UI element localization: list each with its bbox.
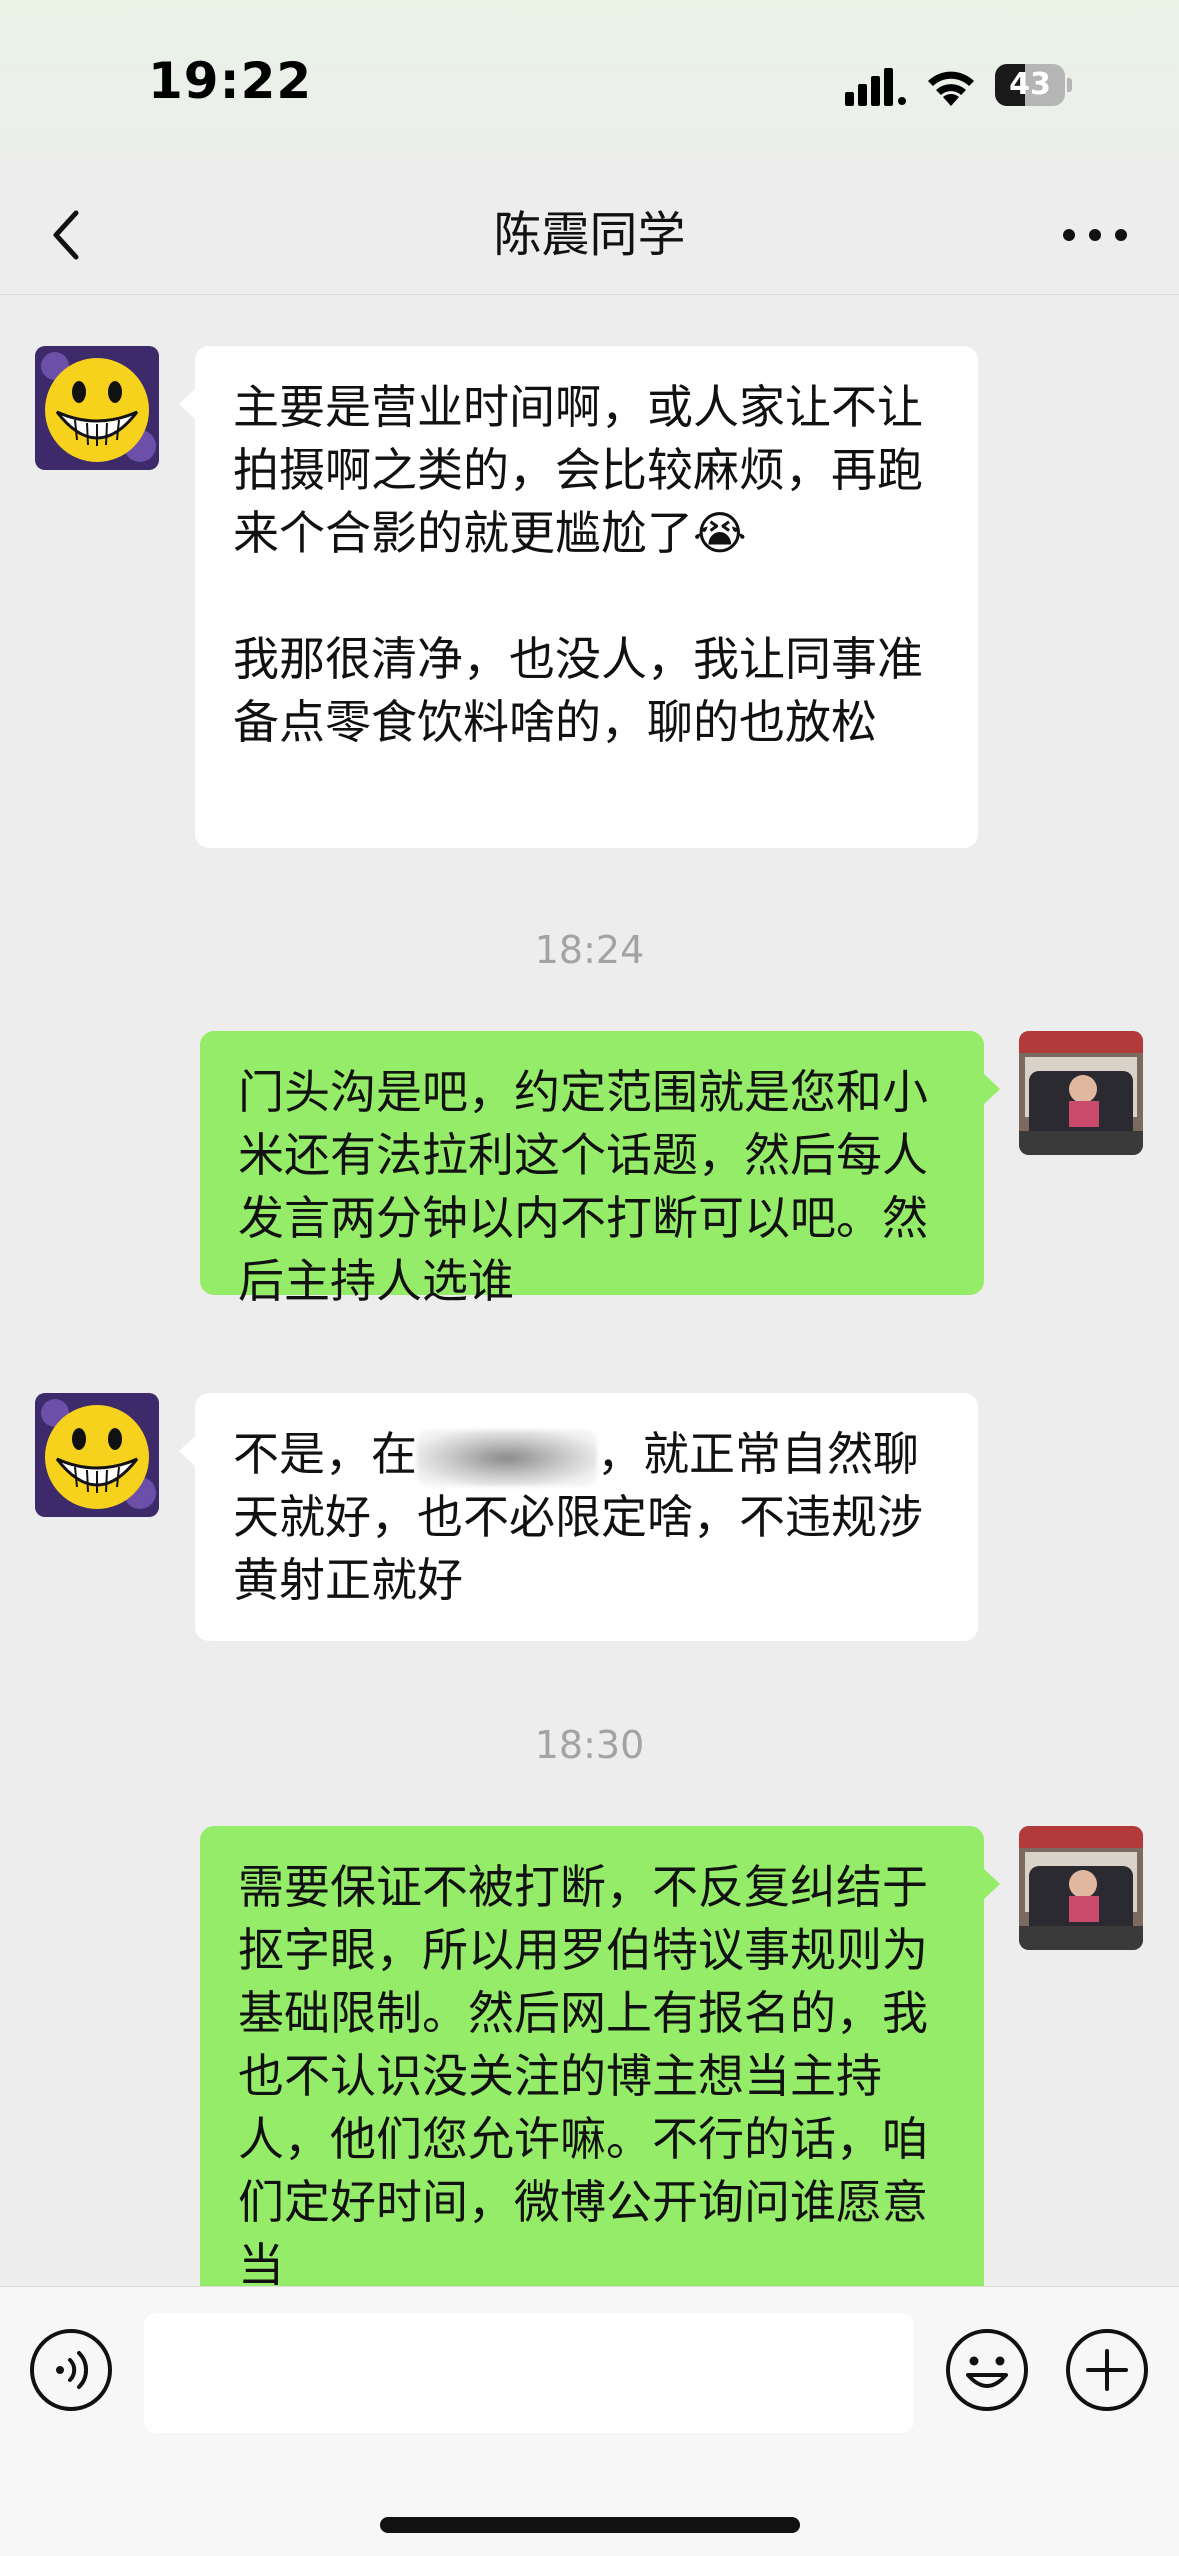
status-bar: 19:22 43 [0,0,1179,175]
input-bar [0,2286,1179,2556]
contact-avatar[interactable] [35,346,159,470]
message-bubble-sent[interactable]: 门头沟是吧，约定范围就是您和小米还有法拉利这个话题，然后每人发言两分钟以内不打断… [200,1031,1000,1308]
cellular-signal-icon [845,68,906,106]
chevron-left-icon[interactable] [40,199,100,271]
wifi-icon [928,71,974,106]
status-time: 19:22 [148,52,313,110]
message-timestamp: 18:24 [534,928,645,972]
emoji-icon[interactable] [944,2327,1030,2413]
user-avatar[interactable] [1019,1826,1143,1950]
chat-title: 陈震同学 [493,207,686,263]
message-text-part: 不是，在 [233,1427,417,1481]
voice-icon[interactable] [28,2327,114,2413]
plus-icon[interactable] [1064,2327,1150,2413]
home-indicator[interactable] [380,2517,800,2533]
message-timestamp: 18:30 [534,1723,645,1767]
message-bubble-received[interactable]: 主要是营业时间啊，或人家让不让拍摄啊之类的，会比较麻烦，再跑来个合影的就更尴尬了… [179,346,978,848]
battery-indicator: 43 [995,64,1072,106]
chat-header: 陈震同学 [0,175,1179,295]
more-dots-icon[interactable] [1055,210,1135,260]
battery-icon: 43 [995,64,1065,106]
contact-avatar[interactable] [35,1393,159,1517]
redacted-text-blur [417,1429,597,1486]
message-bubble-received[interactable]: 不是，在 ，就正常自然聊天就好，也不必限定啥，不违规涉黄射正就好 [179,1393,978,1641]
message-bubble-sent[interactable]: 需要保证不被打断，不反复纠结于抠字眼，所以用罗伯特议事规则为基础限制。然后网上有… [200,1826,1000,2286]
user-avatar[interactable] [1019,1031,1143,1155]
message-list[interactable]: 主要是营业时间啊，或人家让不让拍摄啊之类的，会比较麻烦，再跑来个合影的就更尴尬了… [0,296,1179,2286]
battery-level: 43 [1009,67,1051,102]
message-input[interactable] [144,2313,914,2433]
